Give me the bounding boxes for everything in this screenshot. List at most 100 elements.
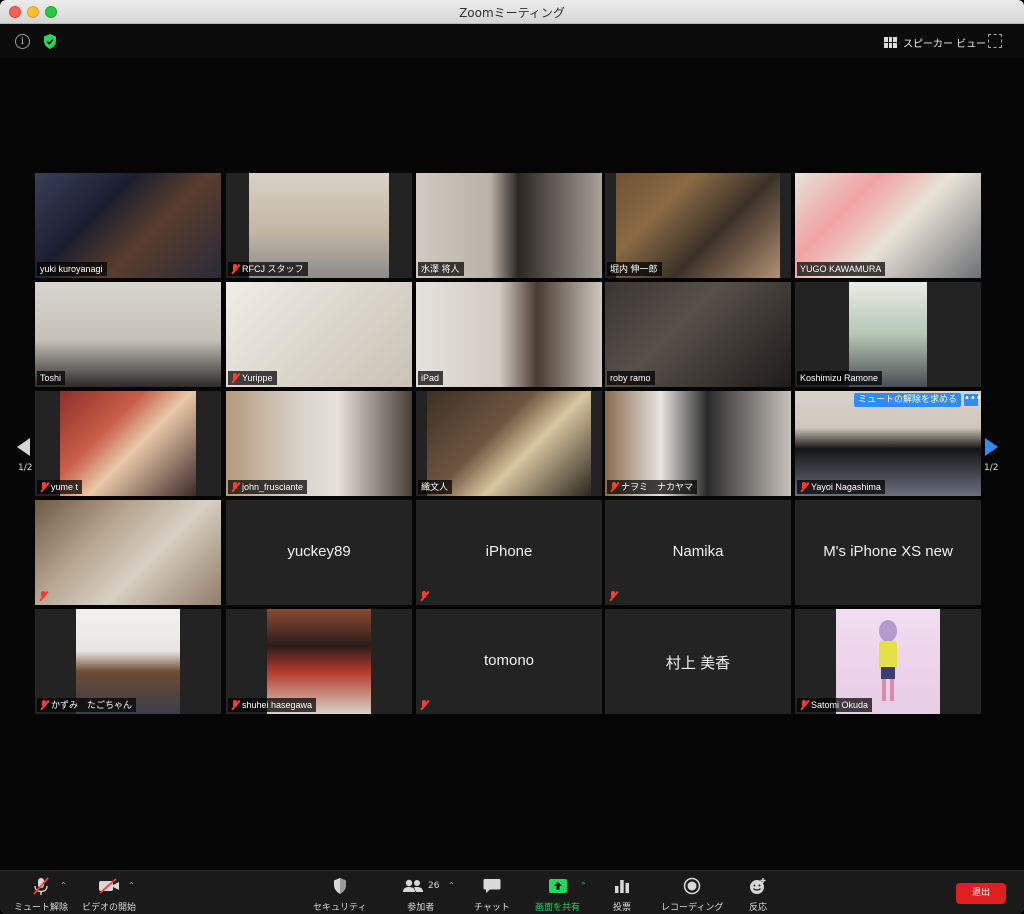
participant-name-tag: iPad: [418, 371, 444, 385]
share-screen-icon: [548, 879, 567, 893]
chat-bubble-icon: [483, 879, 501, 893]
video-off-icon: [99, 878, 119, 894]
participant-tile[interactable]: かずみ たごちゃん: [35, 609, 221, 714]
participant-name-tag: shuhei hasegawa: [228, 698, 317, 712]
muted-mic-icon: [40, 700, 49, 710]
participant-tile[interactable]: Namika: [605, 500, 791, 605]
participants-options-chevron-icon[interactable]: ⌃: [448, 881, 455, 890]
record-icon: [683, 877, 701, 895]
participant-name-center: tomono: [483, 652, 535, 669]
participant-tile[interactable]: ナヲミ ナカヤマ: [605, 391, 791, 496]
participant-tile[interactable]: Satomi Okuda: [795, 609, 981, 714]
muted-mic-icon: [609, 591, 618, 601]
page-indicator-right: 1/2: [984, 463, 999, 473]
gallery-view: 1/2 1/2 yuki kuroyanagi RFCJ スタッフ 水澤 将人 …: [0, 58, 1024, 870]
top-strip: i スピーカー ビュー: [0, 24, 1024, 58]
more-options-icon[interactable]: •••: [964, 394, 981, 406]
participant-tile[interactable]: yume t: [35, 391, 221, 496]
muted-mic-icon: [800, 700, 809, 710]
participant-name-tag: かずみ たごちゃん: [37, 698, 137, 712]
muted-mic-icon: [231, 373, 240, 383]
muted-mic-icon: [231, 264, 240, 274]
ask-to-unmute-button[interactable]: ミュートの解除を求める: [853, 393, 961, 407]
participant-name-tag: 堀内 伸一郎: [607, 262, 662, 276]
reaction-smiley-icon: [750, 878, 766, 894]
chat-button[interactable]: チャット: [474, 875, 510, 913]
participant-tile[interactable]: 堀内 伸一郎: [605, 173, 791, 278]
participant-name-tag: YUGO KAWAMURA: [797, 262, 886, 276]
video-feed: [35, 500, 221, 605]
leave-meeting-button[interactable]: 退出: [956, 883, 1006, 904]
next-page-arrow[interactable]: [985, 438, 998, 456]
participant-tile[interactable]: 織文人: [416, 391, 602, 496]
poll-chart-icon: [615, 880, 629, 893]
page-indicator-left: 1/2: [18, 463, 33, 473]
participant-tile[interactable]: iPhone: [416, 500, 602, 605]
participant-tile[interactable]: M's iPhone XS new: [795, 500, 981, 605]
muted-mic-icon: [39, 591, 48, 601]
fullscreen-icon[interactable]: [988, 34, 1002, 48]
info-icon[interactable]: i: [15, 34, 30, 49]
security-button[interactable]: セキュリティ: [313, 875, 366, 913]
participant-tile[interactable]: shuhei hasegawa: [226, 609, 412, 714]
share-options-chevron-icon[interactable]: ⌃: [580, 881, 587, 890]
reactions-button[interactable]: 反応: [749, 875, 767, 913]
participant-name-tag: 織文人: [418, 480, 453, 494]
participant-name-center: iPhone: [485, 543, 533, 560]
participant-name-tag: Toshi: [37, 371, 66, 385]
participant-name-center: 村上 美香: [665, 655, 731, 672]
participant-name-tag: RFCJ スタッフ: [228, 262, 308, 276]
participant-tile[interactable]: [35, 500, 221, 605]
share-screen-button[interactable]: 画面を共有: [535, 875, 580, 913]
record-button[interactable]: レコーディング: [661, 875, 723, 913]
participant-tile[interactable]: RFCJ スタッフ: [226, 173, 412, 278]
participant-name-tag: Yurippe: [228, 371, 277, 385]
participant-tile[interactable]: tomono: [416, 609, 602, 714]
muted-mic-icon: [420, 591, 429, 601]
muted-microphone-icon: [33, 877, 49, 895]
participant-tile[interactable]: Toshi: [35, 282, 221, 387]
participant-name-tag: 水澤 将人: [418, 262, 464, 276]
zoom-window: Zoomミーティング i スピーカー ビュー 1/2 1/2 yuki kuro…: [0, 0, 1024, 914]
participant-name-center: yuckey89: [287, 543, 351, 560]
participant-name-tag: roby ramo: [607, 371, 655, 385]
participant-tile[interactable]: 村上 美香: [605, 609, 791, 714]
participant-tile[interactable]: yuki kuroyanagi: [35, 173, 221, 278]
title-bar: Zoomミーティング: [0, 0, 1024, 24]
video-feed: [416, 282, 602, 387]
participant-tile[interactable]: roby ramo: [605, 282, 791, 387]
participant-name-tag: yuki kuroyanagi: [37, 262, 107, 276]
muted-mic-icon: [40, 482, 49, 492]
poll-button[interactable]: 投票: [613, 875, 631, 913]
encryption-shield-icon[interactable]: [42, 33, 58, 50]
video-options-chevron-icon[interactable]: ⌃: [128, 881, 135, 890]
participants-count: 26: [428, 881, 440, 891]
muted-mic-icon: [420, 700, 429, 710]
participant-name-tag: Koshimizu Ramone: [797, 371, 883, 385]
participant-name-tag: yume t: [37, 480, 83, 494]
speaker-view-button[interactable]: スピーカー ビュー: [884, 32, 986, 52]
participant-tile[interactable]: Yurippe: [226, 282, 412, 387]
muted-mic-icon: [231, 482, 240, 492]
participant-name-tag: ナヲミ ナカヤマ: [607, 480, 698, 494]
participant-name-tag: Satomi Okuda: [797, 698, 873, 712]
grid-icon: [884, 36, 897, 48]
speaker-view-label: スピーカー ビュー: [903, 38, 987, 50]
security-shield-icon: [333, 878, 346, 894]
participant-tile[interactable]: iPad: [416, 282, 602, 387]
participant-tile[interactable]: john_frusciante: [226, 391, 412, 496]
meeting-toolbar: ミュート解除 ⌃ ビデオの開始 ⌃ セキュリティ 26 参加者 ⌃ チャット 画…: [0, 870, 1024, 914]
participants-button[interactable]: 26 参加者: [402, 875, 439, 913]
muted-mic-icon: [610, 482, 619, 492]
audio-options-chevron-icon[interactable]: ⌃: [60, 881, 67, 890]
muted-mic-icon: [231, 700, 240, 710]
participant-tile[interactable]: 水澤 将人: [416, 173, 602, 278]
participant-tile[interactable]: ミュートの解除を求める ••• Yayoi Nagashima: [795, 391, 981, 496]
participant-tile[interactable]: Koshimizu Ramone: [795, 282, 981, 387]
participant-name-center: M's iPhone XS new: [823, 543, 953, 560]
previous-page-arrow[interactable]: [17, 438, 30, 456]
participant-tile[interactable]: YUGO KAWAMURA: [795, 173, 981, 278]
muted-mic-icon: [800, 482, 809, 492]
participant-name-tag: john_frusciante: [228, 480, 308, 494]
participant-tile[interactable]: yuckey89: [226, 500, 412, 605]
